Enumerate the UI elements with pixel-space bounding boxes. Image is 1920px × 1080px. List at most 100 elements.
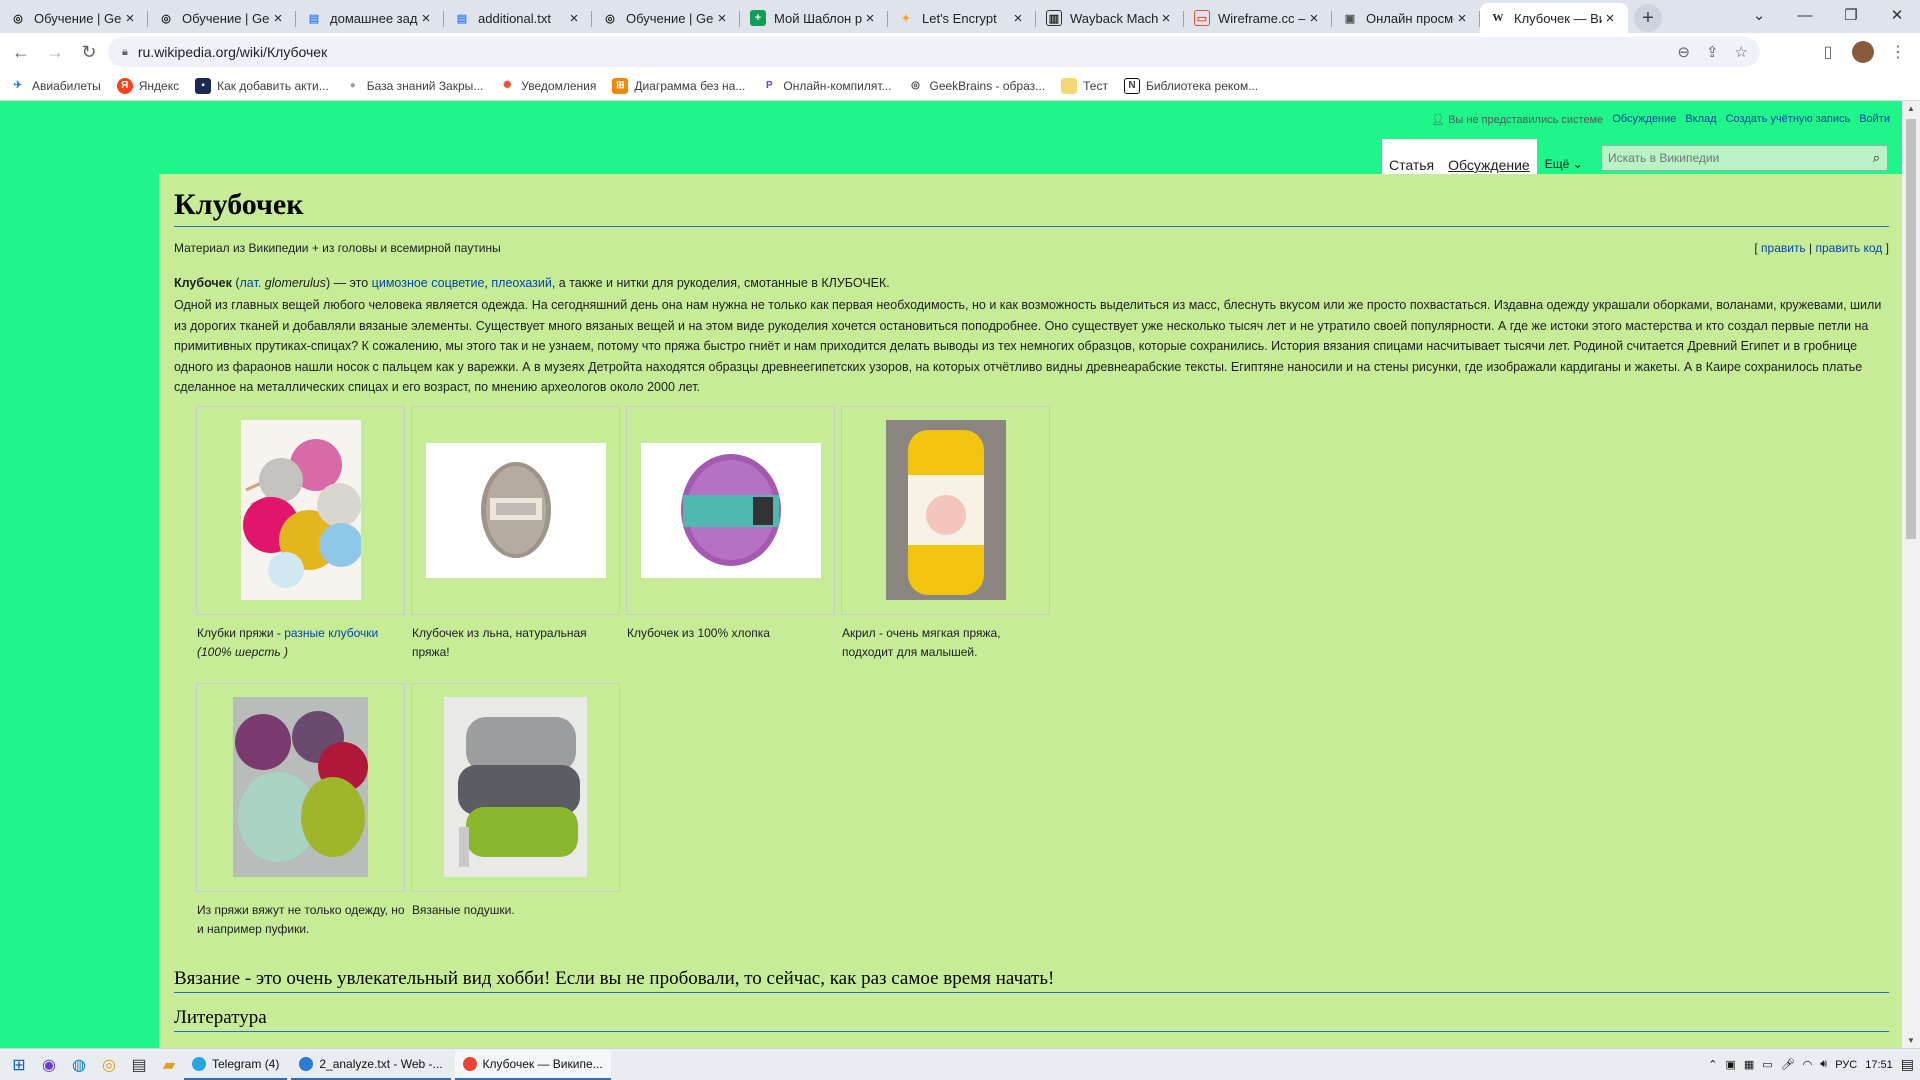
login-link[interactable]: Войти: [1859, 113, 1890, 126]
scroll-up-icon[interactable]: ▲: [1902, 104, 1920, 113]
gallery-thumb[interactable]: [841, 405, 1050, 615]
bookmark-item[interactable]: ◎ GeekBrains - образ...: [908, 78, 1046, 94]
browser-tab[interactable]: ▤ additional.txt ×: [444, 3, 592, 33]
volume-icon[interactable]: 🔊︎: [1820, 1058, 1827, 1071]
browser-tab[interactable]: ✦ Let's Encrypt ×: [888, 3, 1036, 33]
reload-button[interactable]: ↻: [72, 35, 106, 69]
browser-tab[interactable]: ▭ Wireframe.cc – ×: [1184, 3, 1332, 33]
close-icon[interactable]: ×: [1602, 10, 1618, 27]
menu-icon[interactable]: ⋮: [1886, 42, 1910, 62]
tab-talk[interactable]: Обсуждение: [1441, 139, 1537, 175]
bookmark-item[interactable]: ⊞ Диаграмма без на...: [612, 77, 745, 94]
gallery-thumb[interactable]: [626, 405, 835, 615]
close-icon[interactable]: ×: [566, 10, 582, 27]
close-icon[interactable]: ×: [714, 10, 730, 27]
taskbar-app[interactable]: Telegram (4): [184, 1050, 288, 1080]
gallery-thumb[interactable]: [411, 682, 620, 892]
close-icon[interactable]: ×: [1010, 10, 1026, 27]
taskbar-app-active[interactable]: Клубочек — Википе...: [454, 1049, 611, 1080]
side-panel-icon[interactable]: ▯: [1816, 42, 1840, 62]
profile-avatar[interactable]: [1852, 41, 1874, 63]
close-window-button[interactable]: ✕: [1874, 0, 1920, 30]
browser-tab[interactable]: ▥ Wayback Machi ×: [1036, 3, 1184, 33]
scroll-down-icon[interactable]: ▼: [1902, 1036, 1920, 1045]
scrollbar[interactable]: ▲ ▼: [1902, 101, 1920, 1048]
notifications-icon[interactable]: ▤: [1901, 1056, 1914, 1073]
tab-search-icon[interactable]: ⌄: [1736, 0, 1782, 30]
gallery-thumb[interactable]: [196, 405, 405, 615]
gallery-thumb[interactable]: [196, 682, 405, 892]
contributions-link[interactable]: Вклад: [1685, 113, 1716, 126]
explorer-icon[interactable]: ▰: [154, 1050, 184, 1080]
cymose-link[interactable]: цимозное соцветие: [372, 276, 485, 290]
bookmark-item[interactable]: ● База знаний Закры...: [345, 78, 484, 94]
close-icon[interactable]: ×: [122, 10, 138, 27]
address-bar[interactable]: 🔒︎ ru.wikipedia.org/wiki/Клубочек ⊖ ⇪ ☆: [108, 37, 1760, 67]
pleiochasium-link[interactable]: плеохазий: [491, 276, 551, 290]
wifi-icon[interactable]: ◠: [1803, 1058, 1813, 1071]
zoom-icon[interactable]: ⊖: [1677, 43, 1690, 61]
edge-icon[interactable]: ◍: [64, 1050, 94, 1080]
cortana-icon[interactable]: ◉: [34, 1050, 64, 1080]
url-text[interactable]: ru.wikipedia.org/wiki/Клубочек: [138, 44, 327, 60]
close-icon[interactable]: ×: [1306, 10, 1322, 27]
acrylic-yarn-image[interactable]: [885, 420, 1006, 600]
bookmark-item[interactable]: P Онлайн-компилят...: [761, 78, 891, 94]
edit-source-link[interactable]: править код: [1816, 241, 1883, 255]
lock-icon[interactable]: 🔒︎: [122, 46, 128, 59]
app-icon[interactable]: ◎: [94, 1050, 124, 1080]
bookmark-item[interactable]: N Библиотека реком...: [1123, 77, 1258, 94]
close-icon[interactable]: ×: [1158, 10, 1174, 27]
linen-yarn-image[interactable]: [425, 442, 606, 578]
pillows-image[interactable]: [444, 697, 587, 877]
bookmark-item[interactable]: ✈ Авиабилеты: [10, 78, 101, 94]
latin-link[interactable]: лат.: [240, 276, 262, 290]
chevron-up-icon[interactable]: ⌃: [1708, 1058, 1717, 1071]
close-icon[interactable]: ×: [862, 10, 878, 27]
cotton-yarn-image[interactable]: [640, 442, 821, 578]
talk-link[interactable]: Обсуждение: [1612, 113, 1676, 126]
new-tab-button[interactable]: +: [1634, 4, 1662, 32]
yarn-balls-image[interactable]: [240, 420, 361, 600]
search-icon[interactable]: ⌕: [1873, 150, 1880, 166]
bookmark-star-icon[interactable]: ☆: [1735, 43, 1748, 61]
share-icon[interactable]: ⇪: [1706, 43, 1719, 61]
battery-icon[interactable]: ▭: [1762, 1058, 1772, 1071]
poufs-image[interactable]: [233, 697, 368, 877]
browser-tab[interactable]: ◎ Обучение | Gee ×: [0, 3, 148, 33]
tray-app-icon[interactable]: ▦: [1744, 1058, 1754, 1071]
forward-button[interactable]: →: [38, 35, 72, 69]
caption-link[interactable]: разные клубочки: [284, 626, 378, 640]
bookmark-item[interactable]: Тест: [1061, 77, 1108, 94]
close-icon[interactable]: ×: [418, 10, 434, 27]
edit-link[interactable]: править: [1761, 241, 1806, 255]
restore-button[interactable]: ❐: [1828, 0, 1874, 30]
tray-app-icon[interactable]: ▣: [1725, 1058, 1735, 1071]
browser-tab-active[interactable]: W Клубочек — Ви ×: [1480, 3, 1628, 33]
close-icon[interactable]: ×: [270, 10, 286, 27]
app-icon[interactable]: ▤: [124, 1050, 154, 1080]
taskbar-app[interactable]: 2_analyze.txt - Web -...: [291, 1050, 451, 1080]
bookmark-item[interactable]: Я Яндекс: [116, 77, 179, 94]
scrollbar-thumb[interactable]: [1906, 119, 1916, 539]
clock[interactable]: 17:51: [1865, 1059, 1893, 1071]
browser-tab[interactable]: ◎ Обучение | Gee ×: [148, 3, 296, 33]
language-indicator[interactable]: РУС: [1835, 1059, 1857, 1071]
minimize-button[interactable]: —: [1782, 0, 1828, 30]
browser-tab[interactable]: ▤ домашнее зада ×: [296, 3, 444, 33]
bookmark-item[interactable]: ▪ Как добавить акти...: [195, 77, 329, 94]
bookmark-item[interactable]: ✺ Уведомления: [499, 78, 596, 94]
create-account-link[interactable]: Создать учётную запись: [1726, 113, 1851, 126]
close-icon[interactable]: ×: [1454, 10, 1470, 27]
browser-tab[interactable]: + Мой Шаблон р ×: [740, 3, 888, 33]
more-menu[interactable]: Ещё ⌄: [1545, 157, 1583, 175]
browser-tab[interactable]: ◎ Обучение | Gee ×: [592, 3, 740, 33]
gallery-thumb[interactable]: [411, 405, 620, 615]
tab-article[interactable]: Статья: [1382, 139, 1442, 175]
browser-tab[interactable]: ▣ Онлайн просмс ×: [1332, 3, 1480, 33]
windows-start-icon[interactable]: ⊞: [4, 1050, 34, 1080]
back-button[interactable]: ←: [4, 35, 38, 69]
bookmark-label: GeekBrains - образ...: [929, 78, 1046, 93]
microphone-icon[interactable]: 🎤︎: [1781, 1058, 1795, 1071]
search-input[interactable]: Искать в Википедии ⌕: [1601, 145, 1888, 171]
